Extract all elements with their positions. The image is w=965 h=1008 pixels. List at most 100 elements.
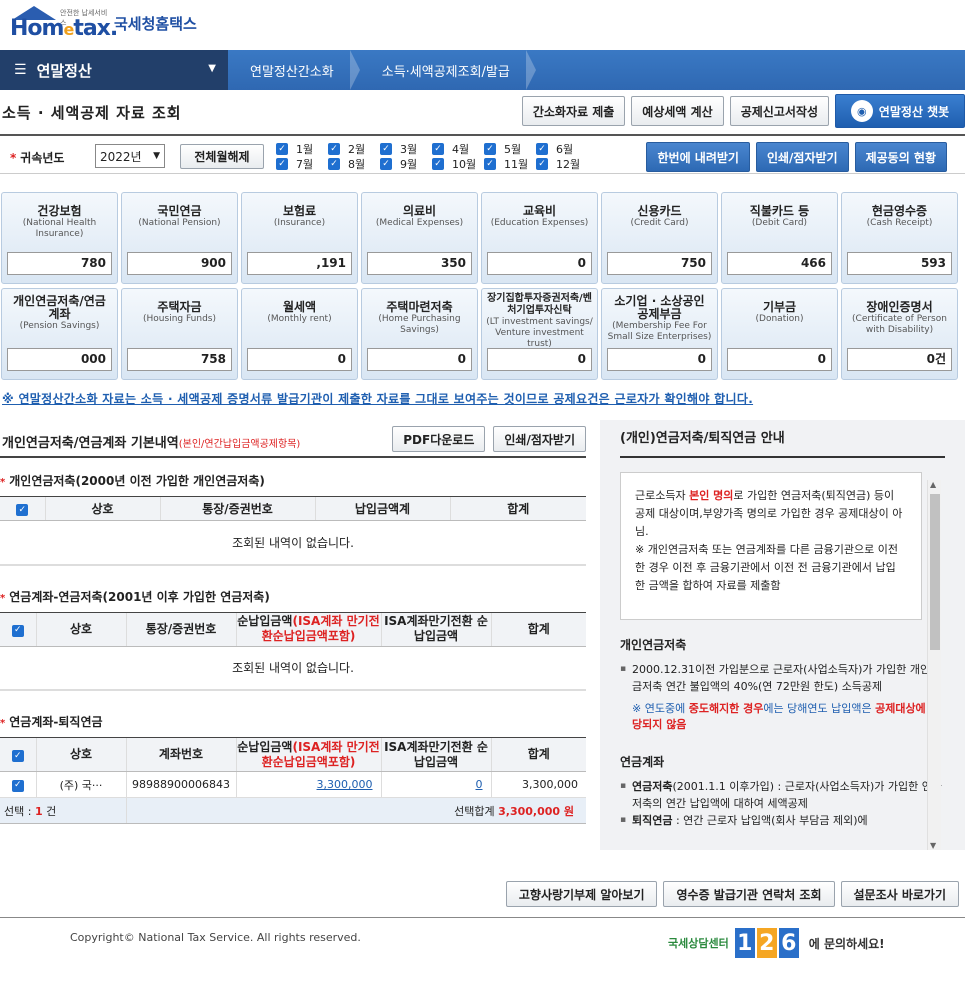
table-row[interactable]: ✓ (주) 국··· 98988900006843 3,300,000 0 3,… — [0, 771, 586, 798]
consent-status-button[interactable]: 제공동의 현황 — [854, 142, 947, 172]
year-label: * 귀속년도 — [10, 151, 65, 165]
card-lt-investment[interactable]: 장기집합투자증권저축/벤처기업투자신탁 (LT investment saving… — [481, 288, 598, 380]
nav-main-label: 연말정산 — [36, 61, 92, 80]
col-net-amount: 순납입금액(ISA계좌 만기전환순납입금액포함) — [235, 611, 381, 647]
table1-title: * 개인연금저축(2000년 이전 가입한 개인연금저축) — [0, 474, 265, 488]
card-debit-card[interactable]: 직불카드 등 (Debit Card) 466 — [721, 192, 838, 284]
clear-all-months-button[interactable]: 전체월해제 — [180, 144, 264, 169]
call-center-label: 국세상담센터 — [668, 937, 729, 950]
table1: ✓ 상호 통장/증권번호 납입금액계 합계 조회된 내역이 없습니다. — [0, 496, 586, 566]
scroll-up-icon[interactable]: ▲ — [930, 480, 936, 489]
pdf-download-button[interactable]: PDF다운로드 — [392, 426, 486, 452]
submit-simplified-button[interactable]: 간소화자료 제출 — [521, 96, 626, 126]
card-value: 593 — [847, 252, 952, 275]
card-title: 개인연금저축/연금계좌 — [13, 294, 106, 321]
card-small-enterprise[interactable]: 소기업 · 소상공인 공제부금 (Membership Fee For Small… — [601, 288, 718, 380]
card-value: 900 — [127, 252, 232, 275]
card-donation[interactable]: 기부금 (Donation) 0 — [721, 288, 838, 380]
download-all-button[interactable]: 한번에 내려받기 — [646, 142, 750, 172]
card-national-pension[interactable]: 국민연금 (National Pension) 900 — [121, 192, 238, 284]
hometax-logo[interactable]: 안전한 납세서비스 Hometax. 국세청홈택스 — [10, 6, 197, 41]
survey-button[interactable]: 설문조사 바로가기 — [840, 881, 959, 907]
cell-amount[interactable]: 3,300,000 — [235, 771, 381, 798]
card-title: 보험료 — [282, 204, 317, 218]
write-deduction-form-button[interactable]: 공제신고서작성 — [729, 96, 829, 126]
card-title: 주택마련저축 — [386, 300, 453, 314]
month-checkbox-5[interactable]: ✓ 5월 — [484, 142, 536, 156]
checkbox-checked-icon: ✓ — [276, 143, 288, 155]
cell-account: 98988900006843 — [125, 771, 236, 798]
month-checkbox-3[interactable]: ✓ 3월 — [380, 142, 432, 156]
card-insurance[interactable]: 보험료 (Insurance) ,191 — [241, 192, 358, 284]
month-checkbox-11[interactable]: ✓ 11월 — [484, 157, 536, 171]
nav-main-menu[interactable]: ☰ 연말정산 ▼ — [0, 50, 228, 90]
digit: 6 — [778, 928, 799, 958]
card-credit-card[interactable]: 신용카드 (Credit Card) 750 — [601, 192, 718, 284]
scrollbar-thumb[interactable] — [930, 494, 940, 650]
card-title: 국민연금 — [157, 204, 202, 218]
month-checkbox-1[interactable]: ✓ 1월 — [276, 142, 328, 156]
hometown-donation-button[interactable]: 고향사랑기부제 알아보기 — [505, 881, 658, 907]
month-checkbox-2[interactable]: ✓ 2월 — [328, 142, 380, 156]
month-checkbox-9[interactable]: ✓ 9월 — [380, 157, 432, 171]
card-health-insurance[interactable]: 건강보험 (National Health Insurance) 780 — [1, 192, 118, 284]
card-medical[interactable]: 의료비 (Medical Expenses) 350 — [361, 192, 478, 284]
card-title: 교육비 — [522, 204, 557, 218]
select-all-checkbox[interactable]: ✓ — [0, 611, 36, 647]
card-value: 000 — [7, 348, 112, 371]
card-pension-savings[interactable]: 개인연금저축/연금계좌 (Pension Savings) 000 — [1, 288, 118, 380]
card-home-purchasing[interactable]: 주택마련저축 (Home Purchasing Savings) 0 — [361, 288, 478, 380]
guide-scrollbar[interactable]: ▲ ▼ — [927, 480, 941, 850]
month-checkbox-6[interactable]: ✓ 6월 — [536, 142, 588, 156]
col-amount: 납입금액계 — [314, 496, 450, 521]
card-monthly-rent[interactable]: 월세액 (Monthly rent) 0 — [241, 288, 358, 380]
print-braille-button[interactable]: 인쇄/점자받기 — [755, 142, 849, 172]
card-subtitle: (Credit Card) — [630, 218, 689, 228]
bullet-icon: * — [0, 477, 6, 488]
notice-text[interactable]: ※ 연말정산간소화 자료는 소득 · 세액공제 증명서류 발급기관이 제출한 자… — [2, 390, 753, 407]
row-checkbox[interactable]: ✓ — [0, 771, 36, 798]
card-education[interactable]: 교육비 (Education Expenses) 0 — [481, 192, 598, 284]
month-checkbox-7[interactable]: ✓ 7월 — [276, 157, 328, 171]
month-checkbox-10[interactable]: ✓ 10월 — [432, 157, 484, 171]
guide-heading-account: 연금계좌 — [620, 755, 665, 769]
card-disability-cert[interactable]: 장애인증명서 (Certificate of Person with Disabi… — [841, 288, 958, 380]
breadcrumb-deduction-inquiry[interactable]: 소득·세액공제조회/발급 — [360, 50, 536, 90]
year-select[interactable]: 2022년 ▼ — [95, 144, 165, 168]
checkbox-checked-icon: ✓ — [276, 158, 288, 170]
card-cash-receipt[interactable]: 현금영수증 (Cash Receipt) 593 — [841, 192, 958, 284]
breadcrumb-simplified[interactable]: 연말정산간소화 — [228, 50, 360, 90]
checkbox-checked-icon: ✓ — [484, 158, 496, 170]
card-subtitle: (LT investment savings/ Venture investme… — [486, 317, 593, 349]
checkbox-checked-icon: ✓ — [380, 158, 392, 170]
card-housing-funds[interactable]: 주택자금 (Housing Funds) 758 — [121, 288, 238, 380]
select-all-checkbox[interactable]: ✓ — [0, 737, 36, 772]
chatbot-icon: ◉ — [850, 100, 873, 122]
card-title: 주택자금 — [157, 300, 202, 314]
filter-row: * 귀속년도 2022년 ▼ 전체월해제 ✓ 1월 ✓ 2월 ✓ 3월 ✓ 4월 ✓ 5월 ✓… — [0, 134, 965, 174]
required-star-icon: * — [10, 151, 17, 165]
empty-message: 조회된 내역이 없습니다. — [0, 520, 586, 566]
card-title: 신용카드 — [637, 204, 682, 218]
month-checkbox-8[interactable]: ✓ 8월 — [328, 157, 380, 171]
logo-wordmark: Hometax. — [10, 16, 118, 41]
cell-isa[interactable]: 0 — [380, 771, 491, 798]
card-subtitle: (Monthly rent) — [267, 314, 332, 324]
month-checkbox-12[interactable]: ✓ 12월 — [536, 157, 588, 171]
call-center-number: 1 2 6 — [734, 928, 799, 958]
month-checkbox-4[interactable]: ✓ 4월 — [432, 142, 484, 156]
estimate-tax-button[interactable]: 예상세액 계산 — [631, 96, 724, 126]
section-title: 개인연금저축/연금계좌 기본내역(본인/연간납입금액공제항목) — [2, 436, 301, 451]
issuer-contact-button[interactable]: 영수증 발급기관 연락처 조회 — [663, 881, 835, 907]
checkbox-checked-icon: ✓ — [536, 143, 548, 155]
checkbox-checked-icon: ✓ — [16, 504, 29, 517]
section-print-button[interactable]: 인쇄/점자받기 — [493, 426, 586, 452]
chatbot-button[interactable]: ◉ 연말정산 챗봇 — [835, 94, 965, 128]
checkbox-checked-icon: ✓ — [11, 750, 24, 763]
guide-item: 2000.12.31이전 가입분으로 근로자(사업소득자)가 가입한 개인연금저… — [620, 661, 945, 695]
card-value: 0 — [247, 348, 352, 371]
scroll-down-icon[interactable]: ▼ — [930, 841, 936, 850]
select-all-checkbox[interactable]: ✓ — [0, 496, 45, 521]
guide-title: (개인)연금저축/퇴직연금 안내 — [620, 420, 945, 458]
card-value: 0 — [727, 348, 832, 371]
